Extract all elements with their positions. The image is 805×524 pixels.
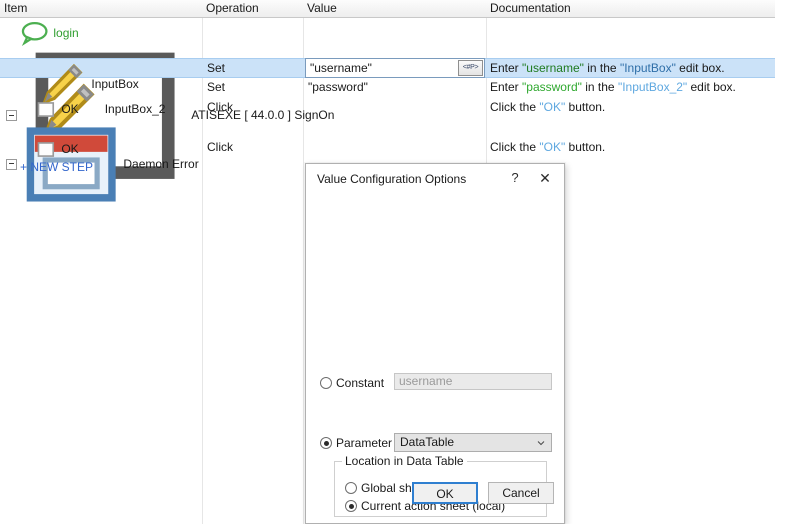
application-window: Item Operation Value Documentation login…	[0, 0, 805, 524]
column-header-value[interactable]: Value	[307, 1, 337, 15]
row-documentation-cell[interactable]: Click the "OK" button.	[490, 140, 605, 155]
documentation-token: button.	[565, 140, 606, 154]
row-value-cell[interactable]: "password"	[308, 80, 368, 95]
checkbox-icon	[37, 142, 55, 157]
row-item-cell[interactable]: OK	[6, 140, 79, 160]
documentation-token: Click the	[490, 140, 540, 154]
documentation-token: Enter	[490, 80, 523, 94]
value-configuration-dialog: Value Configuration Options ? ✕ Constant…	[305, 163, 565, 524]
table-row[interactable]: Daemon Error	[0, 118, 775, 202]
dialog-title-bar[interactable]: Value Configuration Options ? ✕	[306, 164, 564, 194]
parameterize-button[interactable]: <#P>	[458, 60, 483, 76]
row-item-cell[interactable]: + NEW STEP	[6, 160, 93, 175]
table-row[interactable]: ATISEXE [ 44.0.0 ] SignOn	[0, 38, 775, 179]
column-header-documentation[interactable]: Documentation	[490, 1, 571, 15]
row-operation-cell[interactable]: Set	[207, 61, 225, 76]
constant-label: Constant	[336, 376, 385, 390]
documentation-token: Enter	[490, 61, 523, 75]
value-cell-text: "username"	[310, 61, 372, 75]
parameter-label: Parameter	[336, 436, 393, 450]
documentation-token: "OK"	[539, 100, 566, 114]
column-header-operation[interactable]: Operation	[206, 1, 259, 15]
row-item-label: OK	[61, 142, 79, 157]
documentation-token: in the	[581, 80, 618, 94]
table-row[interactable]: login	[0, 18, 775, 47]
constant-radio-option[interactable]: Constant	[320, 376, 384, 390]
cancel-button[interactable]: Cancel	[488, 482, 554, 504]
documentation-token: edit box.	[687, 80, 736, 94]
row-documentation-cell[interactable]: Click the "OK" button.	[490, 100, 605, 115]
close-icon[interactable]: ✕	[534, 168, 556, 188]
documentation-token: "username"	[522, 61, 584, 75]
parameter-source-select[interactable]: DataTable	[394, 433, 552, 452]
row-operation-cell[interactable]: Click	[207, 140, 233, 155]
ok-button[interactable]: OK	[412, 482, 478, 504]
documentation-token: Click the	[490, 100, 540, 114]
row-item-label: OK	[61, 102, 79, 117]
location-group-title: Location in Data Table	[342, 454, 467, 468]
row-documentation-cell[interactable]: Enter "password" in the "InputBox_2" edi…	[490, 80, 736, 95]
parameter-radio-option[interactable]: Parameter	[320, 436, 392, 450]
parameter-source-value: DataTable	[400, 435, 455, 449]
row-operation-cell[interactable]: Click	[207, 100, 233, 115]
documentation-token: "OK"	[539, 140, 566, 154]
radio-constant[interactable]	[320, 377, 332, 389]
row-documentation-cell[interactable]: Enter "username" in the "InputBox" edit …	[490, 61, 725, 76]
row-operation-cell[interactable]: Set	[207, 80, 225, 95]
table-row[interactable]: OK Click Click the "OK" button.	[0, 138, 775, 158]
table-row[interactable]: OK Click Click the "OK" button.	[0, 98, 775, 118]
column-header-item[interactable]: Item	[4, 1, 27, 15]
documentation-token: button.	[565, 100, 606, 114]
documentation-token: "password"	[522, 80, 582, 94]
constant-value-input[interactable]: username	[394, 373, 552, 390]
radio-global-sheet[interactable]	[345, 482, 357, 494]
table-row[interactable]: InputBox_2 Set "password" Enter "password" …	[0, 78, 775, 136]
chevron-down-icon	[537, 440, 545, 445]
documentation-token: in the	[583, 61, 620, 75]
documentation-token: edit box.	[675, 61, 725, 75]
checkbox-icon	[37, 102, 55, 117]
dialog-title: Value Configuration Options	[317, 172, 467, 186]
radio-current-action-sheet[interactable]	[345, 500, 357, 512]
documentation-token: "InputBox_2"	[617, 80, 688, 94]
new-step-link[interactable]: + NEW STEP	[20, 160, 93, 175]
row-item-cell[interactable]: OK	[6, 100, 79, 120]
radio-parameter[interactable]	[320, 437, 332, 449]
value-cell-editor[interactable]: "username" <#P>	[305, 58, 485, 78]
help-icon[interactable]: ?	[504, 168, 526, 188]
grid-header: Item Operation Value Documentation	[0, 0, 775, 18]
documentation-token: "InputBox"	[619, 61, 676, 75]
